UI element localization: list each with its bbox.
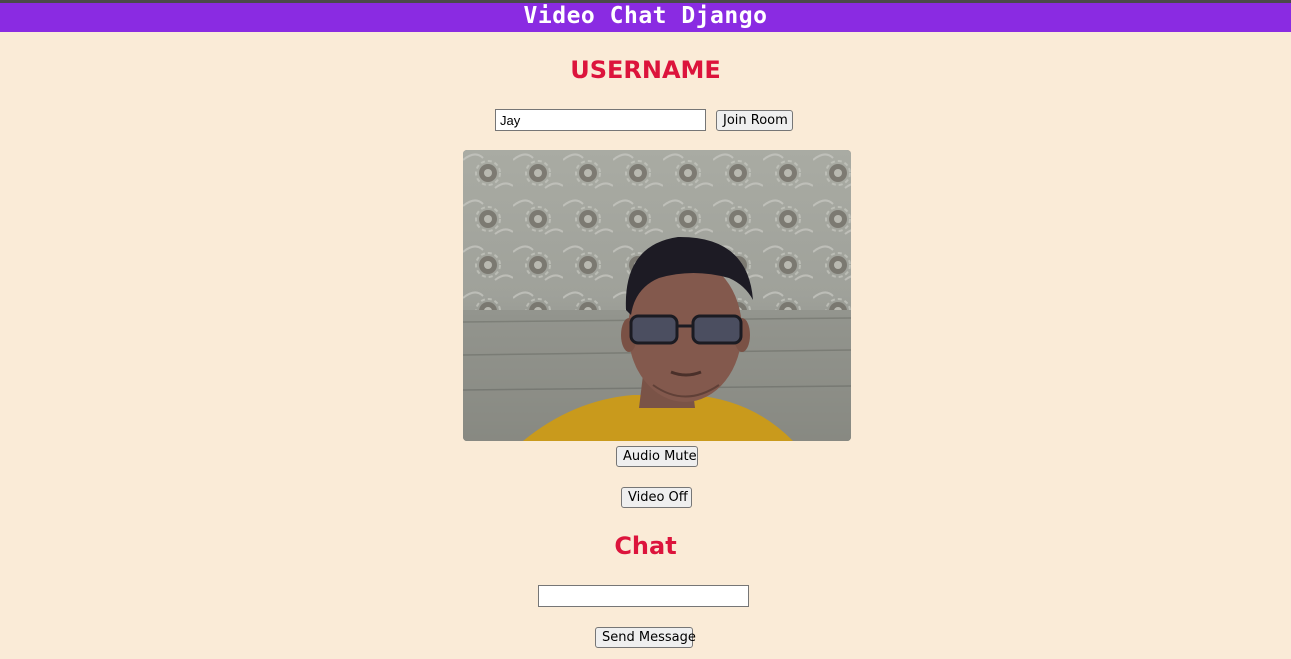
send-message-button[interactable]: Send Message bbox=[595, 627, 696, 648]
top-header-bar: Video Chat Django bbox=[0, 0, 1291, 32]
app-title: Video Chat Django bbox=[523, 3, 768, 29]
username-heading: USERNAME bbox=[570, 56, 721, 84]
username-input[interactable] bbox=[495, 109, 706, 131]
local-video-feed bbox=[463, 150, 851, 441]
audio-mute-button[interactable]: Audio Mute bbox=[616, 446, 698, 467]
join-room-button[interactable]: Join Room bbox=[716, 110, 793, 131]
chat-heading: Chat bbox=[614, 532, 677, 560]
video-off-button[interactable]: Video Off bbox=[621, 487, 692, 508]
webcam-video-icon bbox=[463, 150, 851, 441]
chat-message-input[interactable] bbox=[538, 585, 749, 607]
